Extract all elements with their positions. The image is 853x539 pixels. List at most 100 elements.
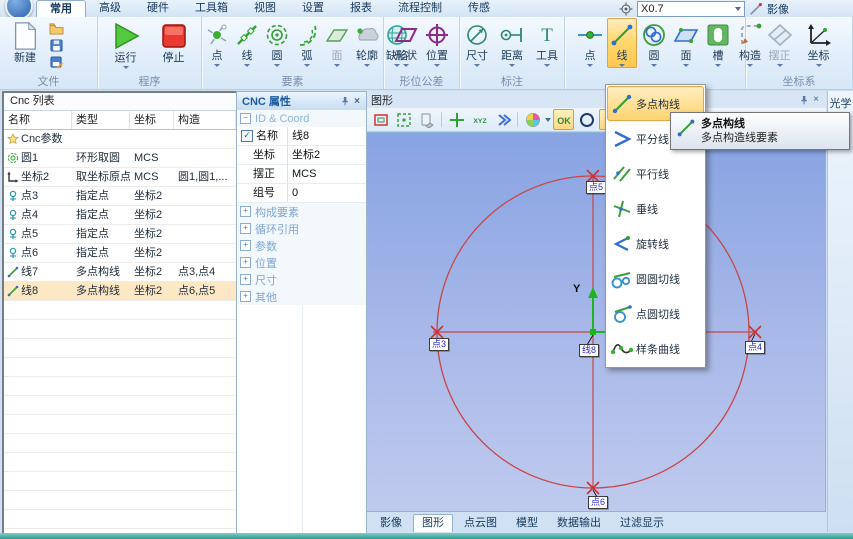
- ribbon-tab-6[interactable]: 设置: [289, 0, 337, 17]
- cnc-table-row[interactable]: Cnc参数: [4, 130, 236, 149]
- toolbar-zoom-extents-button[interactable]: [393, 109, 414, 130]
- cnc-table-row[interactable]: 点5指定点坐标2: [4, 225, 236, 244]
- toolbar-xyz-display-button[interactable]: XYZ: [469, 109, 490, 130]
- cnc-table-row[interactable]: 点4指定点坐标2: [4, 206, 236, 225]
- toolbar-add-cross-button[interactable]: [446, 109, 467, 130]
- point-label-p3[interactable]: 点3: [429, 338, 449, 351]
- menu-item-spline-curve[interactable]: 样条曲线: [607, 331, 704, 366]
- menu-item-parallel-line[interactable]: 平行线: [607, 156, 704, 191]
- ribbon-button-align-axes[interactable]: 摆正: [764, 18, 795, 68]
- close-icon[interactable]: ×: [351, 95, 363, 107]
- collapsed-section-3[interactable]: +参数: [237, 237, 366, 254]
- view-tab-4[interactable]: 模型: [508, 515, 546, 532]
- toolbar-color-palette-button[interactable]: [522, 109, 543, 130]
- stop-button[interactable]: 停止: [153, 18, 195, 65]
- ribbon-tab-8[interactable]: 流程控制: [385, 0, 455, 17]
- view-tab-2[interactable]: 图形: [413, 514, 453, 532]
- ribbon-tab-2[interactable]: 高级: [86, 0, 134, 17]
- magnification-select[interactable]: X0.7: [637, 1, 745, 17]
- menu-item-perpendicular-line[interactable]: 垂线: [607, 191, 704, 226]
- collapsed-section-5[interactable]: +尺寸: [237, 271, 366, 288]
- expand-plus-icon[interactable]: +: [240, 206, 251, 217]
- toolbar-crop-view-button[interactable]: [370, 109, 391, 130]
- ribbon-button-coord-axes[interactable]: 坐标: [803, 18, 834, 68]
- cnc-table-row[interactable]: 圆1环形取圆MCS: [4, 149, 236, 168]
- menu-item-circle-circle-tangent[interactable]: 圆圆切线: [607, 261, 704, 296]
- point-label-p5[interactable]: 点5: [586, 181, 606, 194]
- run-button[interactable]: 运行: [105, 18, 147, 69]
- cnc-table-row[interactable]: 点6指定点坐标2: [4, 244, 236, 263]
- save-as-icon[interactable]: [48, 55, 65, 70]
- close-icon[interactable]: ×: [810, 94, 822, 106]
- open-folder-icon[interactable]: [48, 21, 65, 36]
- column-header-name[interactable]: 名称: [4, 111, 72, 129]
- collapsed-section-6[interactable]: +其他: [237, 288, 366, 305]
- ribbon-button-tol-position[interactable]: 位置: [422, 18, 453, 68]
- save-file-icon[interactable]: [48, 38, 65, 53]
- cnc-table-row[interactable]: 线8多点构线坐标2点6,点5: [4, 282, 236, 301]
- ribbon-tab-3[interactable]: 硬件: [134, 0, 182, 17]
- view-tab-3[interactable]: 点云图: [456, 515, 505, 532]
- property-row-3[interactable]: 摆正MCS: [237, 165, 366, 184]
- property-row-1[interactable]: ✓名称线8: [237, 127, 366, 146]
- line-label-l8[interactable]: 线8: [579, 344, 599, 357]
- toolbar-ellipse-tool-button[interactable]: [576, 109, 597, 130]
- collapse-minus-icon[interactable]: −: [240, 113, 251, 124]
- section-id-coord[interactable]: − ID & Coord: [237, 110, 366, 127]
- column-header-type[interactable]: 类型: [72, 111, 130, 129]
- column-header-coord[interactable]: 坐标: [130, 111, 174, 129]
- ribbon-tab-4[interactable]: 工具箱: [182, 0, 241, 17]
- ribbon-button-construct-line[interactable]: 线: [607, 18, 637, 68]
- ribbon-button-tol-shape[interactable]: 形状: [391, 18, 422, 68]
- ribbon-button-feature-contour[interactable]: 轮廓: [352, 18, 382, 68]
- ribbon-button-construct-slot[interactable]: 槽: [703, 18, 733, 68]
- expand-plus-icon[interactable]: +: [240, 274, 251, 285]
- new-button[interactable]: 新建: [4, 18, 46, 65]
- point-label-p6[interactable]: 点6: [588, 496, 608, 509]
- expand-plus-icon[interactable]: +: [240, 291, 251, 302]
- ribbon-button-feature-point[interactable]: 点: [202, 18, 232, 68]
- point-label-p4[interactable]: 点4: [745, 341, 765, 354]
- view-tab-1[interactable]: 影像: [372, 515, 410, 532]
- ribbon-button-dim-size[interactable]: 尺寸: [462, 18, 493, 68]
- checked-checkbox[interactable]: ✓: [241, 130, 253, 142]
- ribbon-button-construct-plane[interactable]: 面: [671, 18, 701, 68]
- ribbon-button-feature-line[interactable]: 线: [232, 18, 262, 68]
- expand-plus-icon[interactable]: +: [240, 223, 251, 234]
- ribbon-button-feature-circle[interactable]: 圆: [262, 18, 292, 68]
- menu-item-rotate-line[interactable]: 旋转线: [607, 226, 704, 261]
- toolbar-copy-view-button[interactable]: [416, 109, 437, 130]
- optical-panel-tab[interactable]: 光学: [827, 91, 853, 532]
- ribbon-button-construct-circle[interactable]: 圆: [639, 18, 669, 68]
- pin-icon[interactable]: [798, 94, 810, 106]
- ribbon-button-feature-plane[interactable]: 面: [322, 18, 352, 68]
- toolbar-confirm-ok-button[interactable]: OK: [553, 109, 574, 130]
- property-row-4[interactable]: 组号0: [237, 184, 366, 203]
- ribbon-button-feature-arc[interactable]: 弧: [292, 18, 322, 68]
- ribbon-button-dim-distance[interactable]: 距离: [497, 18, 528, 68]
- expand-plus-icon[interactable]: +: [240, 257, 251, 268]
- toolbar-select-arrow-button[interactable]: [492, 109, 513, 130]
- ribbon-button-dim-tool[interactable]: T工具: [532, 18, 563, 68]
- collapsed-section-1[interactable]: +构成要素: [237, 203, 366, 220]
- collapsed-section-4[interactable]: +位置: [237, 254, 366, 271]
- property-row-2[interactable]: 坐标坐标2: [237, 146, 366, 165]
- cnc-table-row[interactable]: 线7多点构线坐标2点3,点4: [4, 263, 236, 282]
- ribbon-tab-1[interactable]: 常用: [36, 0, 86, 18]
- view-tab-5[interactable]: 数据输出: [549, 515, 609, 532]
- dropdown-caret-icon: [509, 64, 515, 67]
- graphics-canvas[interactable]: 点5 点3 点4 点6 线8 Y: [367, 132, 826, 512]
- column-header-construct[interactable]: 构造: [174, 111, 236, 129]
- ribbon-tab-7[interactable]: 报表: [337, 0, 385, 17]
- view-tab-6[interactable]: 过滤显示: [612, 515, 672, 532]
- pin-icon[interactable]: [339, 95, 351, 107]
- collapsed-section-2[interactable]: +循环引用: [237, 220, 366, 237]
- ribbon-tab-9[interactable]: 传感: [455, 0, 503, 17]
- caret-icon[interactable]: [545, 118, 551, 122]
- ribbon-tab-5[interactable]: 视图: [241, 0, 289, 17]
- cnc-table-row[interactable]: 坐标2取坐标原点MCS圆1,圆1,...: [4, 168, 236, 187]
- menu-item-point-circle-tangent[interactable]: 点圆切线: [607, 296, 704, 331]
- cnc-table-row[interactable]: 点3指定点坐标2: [4, 187, 236, 206]
- ribbon-button-construct-point[interactable]: 点: [575, 18, 605, 68]
- expand-plus-icon[interactable]: +: [240, 240, 251, 251]
